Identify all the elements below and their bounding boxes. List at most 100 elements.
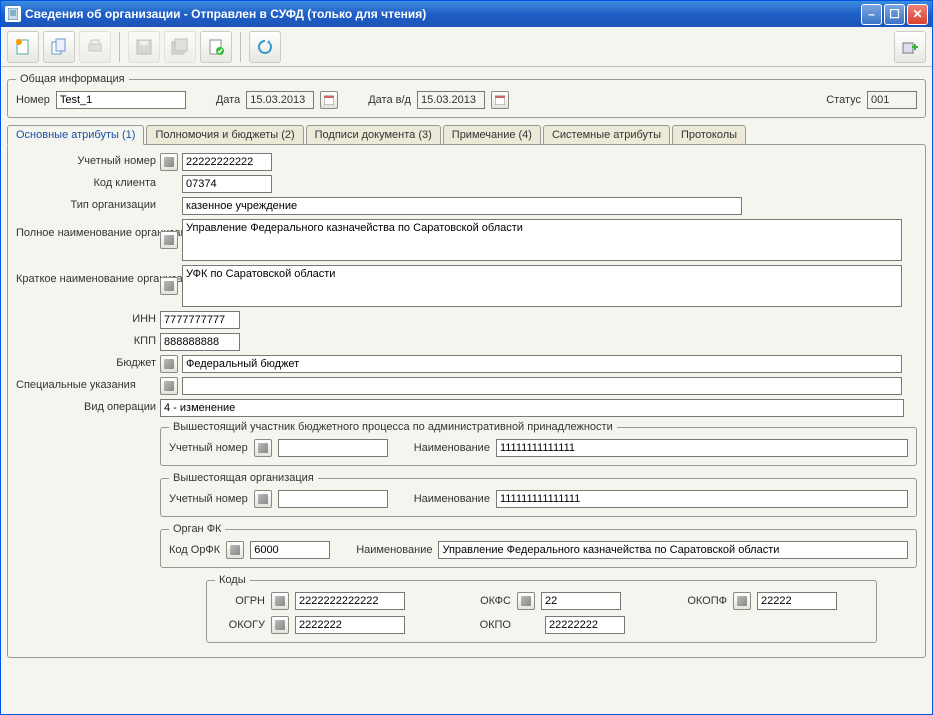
orgtype-field[interactable]: казенное учреждение <box>182 197 742 215</box>
calendar-icon <box>324 95 334 105</box>
folder-icon <box>258 494 268 504</box>
shortname-lookup-button[interactable] <box>160 277 178 295</box>
maximize-button[interactable]: ☐ <box>884 4 905 25</box>
okogu-field[interactable]: 2222222 <box>295 616 405 634</box>
okogu-lookup-button[interactable] <box>271 616 289 634</box>
parent-org-acct-lookup-button[interactable] <box>254 490 272 508</box>
acct-lookup-button[interactable] <box>160 153 178 171</box>
inn-field[interactable]: 7777777777 <box>160 311 240 329</box>
status-label: Статус <box>826 94 861 106</box>
parent-org-group: Вышестоящая организация Учетный номер На… <box>160 472 917 517</box>
fullname-lookup-button[interactable] <box>160 231 178 249</box>
toolbar-separator <box>240 32 241 62</box>
number-field[interactable]: Test_1 <box>56 91 186 109</box>
fullname-label: Полное наименование организации <box>16 219 156 239</box>
save-all-button <box>164 31 196 63</box>
ogrn-lookup-button[interactable] <box>271 592 289 610</box>
parent-acct-lookup-button[interactable] <box>254 439 272 457</box>
inn-label: ИНН <box>16 311 156 325</box>
parent-name-label: Наименование <box>414 442 490 454</box>
folder-icon <box>164 281 174 291</box>
tab-signatures[interactable]: Подписи документа (3) <box>306 125 441 145</box>
minimize-button[interactable]: – <box>861 4 882 25</box>
folder-icon <box>164 235 174 245</box>
folder-icon <box>164 381 174 391</box>
special-lookup-button[interactable] <box>160 377 178 395</box>
date-field[interactable]: 15.03.2013 <box>246 91 314 109</box>
codes-legend: Коды <box>215 574 250 586</box>
calendar-icon <box>495 95 505 105</box>
budget-lookup-button[interactable] <box>160 355 178 373</box>
optype-label: Вид операции <box>16 399 156 413</box>
codes-group: Коды ОГРН 2222222222222 ОКФС 22 ОКОПФ 22… <box>206 574 877 643</box>
orfk-name-field[interactable]: Управление Федерального казначейства по … <box>438 541 908 559</box>
folder-icon <box>164 157 174 167</box>
folder-icon <box>164 359 174 369</box>
budget-label: Бюджет <box>16 355 156 369</box>
kpp-field[interactable]: 888888888 <box>160 333 240 351</box>
date-picker-button[interactable] <box>320 91 338 109</box>
parent-acct-label: Учетный номер <box>169 442 248 454</box>
new-doc-button[interactable] <box>7 31 39 63</box>
general-info-legend: Общая информация <box>16 73 129 85</box>
orgtype-label: Тип организации <box>16 197 156 211</box>
number-label: Номер <box>16 94 50 106</box>
folder-icon <box>275 620 285 630</box>
organ-fk-legend: Орган ФК <box>169 523 225 535</box>
budget-field[interactable]: Федеральный бюджет <box>182 355 902 373</box>
toolbar <box>1 27 932 67</box>
document-icon <box>5 6 21 22</box>
shortname-field[interactable]: УФК по Саратовской области <box>182 265 902 307</box>
folder-icon <box>258 443 268 453</box>
okfs-lookup-button[interactable] <box>517 592 535 610</box>
titlebar: Сведения об организации - Отправлен в СУ… <box>1 1 932 27</box>
toolbar-separator <box>119 32 120 62</box>
kpp-label: КПП <box>16 333 156 347</box>
shortname-label: Краткое наименование организации <box>16 265 156 285</box>
orfk-name-label: Наименование <box>356 544 432 556</box>
ogrn-label: ОГРН <box>215 595 265 607</box>
date-vd-field[interactable]: 15.03.2013 <box>417 91 485 109</box>
folder-icon <box>737 596 747 606</box>
acct-field[interactable]: 22222222222 <box>182 153 272 171</box>
parent-org-acct-label: Учетный номер <box>169 493 248 505</box>
client-label: Код клиента <box>16 175 156 189</box>
date-vd-picker-button[interactable] <box>491 91 509 109</box>
fullname-field[interactable]: Управление Федерального казначейства по … <box>182 219 902 261</box>
folder-icon <box>230 545 240 555</box>
acct-label: Учетный номер <box>16 153 156 167</box>
parent-process-group: Вышестоящий участник бюджетного процесса… <box>160 421 917 466</box>
tabs: Основные атрибуты (1) Полномочия и бюдже… <box>7 125 926 145</box>
client-field[interactable]: 07374 <box>182 175 272 193</box>
parent-org-acct-field[interactable] <box>278 490 388 508</box>
orfk-code-field[interactable]: 6000 <box>250 541 330 559</box>
okfs-field[interactable]: 22 <box>541 592 621 610</box>
parent-acct-field[interactable] <box>278 439 388 457</box>
status-field[interactable]: 001 <box>867 91 917 109</box>
tab-protocols[interactable]: Протоколы <box>672 125 746 145</box>
okopf-field[interactable]: 22222 <box>757 592 837 610</box>
orfk-code-lookup-button[interactable] <box>226 541 244 559</box>
okopf-lookup-button[interactable] <box>733 592 751 610</box>
close-button[interactable]: ✕ <box>907 4 928 25</box>
parent-name-field[interactable]: 11111111111111 <box>496 439 908 457</box>
approve-doc-button[interactable] <box>200 31 232 63</box>
special-label: Специальные указания <box>16 377 156 391</box>
tab-budgets[interactable]: Полномочия и бюджеты (2) <box>146 125 303 145</box>
okfs-label: ОКФС <box>441 595 511 607</box>
tab-main-attrs[interactable]: Основные атрибуты (1) <box>7 125 144 145</box>
tab-system-attrs[interactable]: Системные атрибуты <box>543 125 670 145</box>
folder-icon <box>275 596 285 606</box>
okpo-label: ОКПО <box>441 619 511 631</box>
special-field[interactable] <box>182 377 902 395</box>
window-title: Сведения об организации - Отправлен в СУ… <box>25 7 859 21</box>
add-item-button[interactable] <box>894 31 926 63</box>
okpo-field[interactable]: 22222222 <box>545 616 625 634</box>
ogrn-field[interactable]: 2222222222222 <box>295 592 405 610</box>
tab-body-main: Учетный номер 22222222222 Код клиента 07… <box>7 144 926 658</box>
parent-org-name-field[interactable]: 111111111111111 <box>496 490 908 508</box>
copy-doc-button[interactable] <box>43 31 75 63</box>
tab-note[interactable]: Примечание (4) <box>443 125 541 145</box>
optype-field[interactable]: 4 - изменение <box>160 399 904 417</box>
refresh-button[interactable] <box>249 31 281 63</box>
